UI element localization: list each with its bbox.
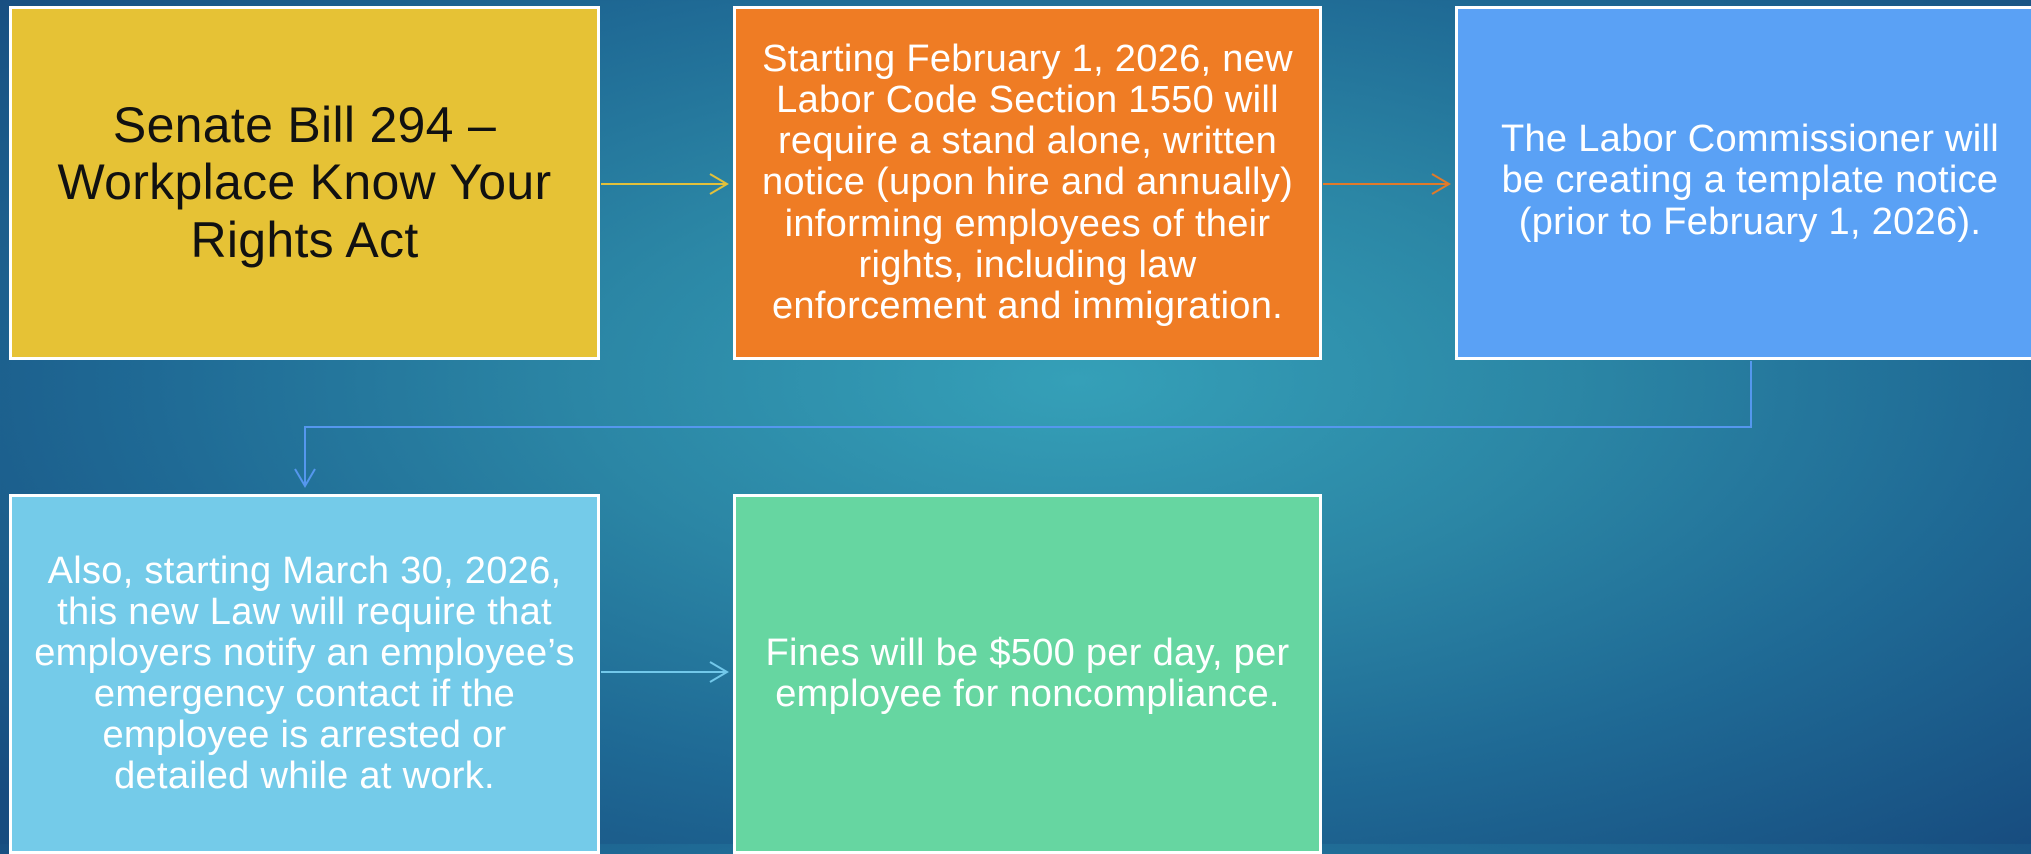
connector-arrow-2-to-3 [1323,173,1451,195]
connector-layer [294,173,1752,683]
connector-arrow-4-to-5 [601,661,729,683]
connector-arrow-1-to-2 [601,173,729,195]
connector-arrow-3-to-4 [294,361,1752,488]
